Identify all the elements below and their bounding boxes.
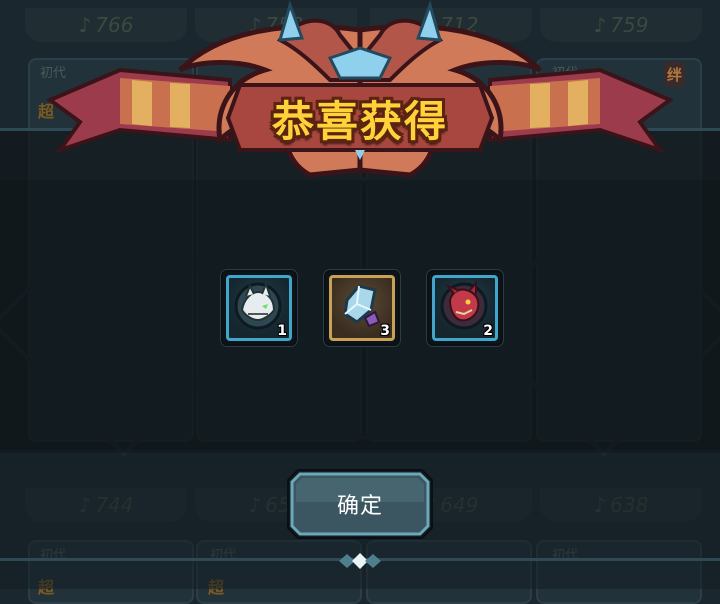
- confirm-button-label: 确定: [336, 494, 383, 519]
- item-quantity: 1: [277, 323, 287, 339]
- reward-item[interactable]: 2: [427, 270, 503, 346]
- reward-item[interactable]: 3: [324, 270, 400, 346]
- reward-list: 1 3 2: [0, 270, 720, 346]
- confirm-button[interactable]: 确定: [286, 468, 434, 540]
- item-quantity: 2: [483, 323, 493, 339]
- item-quantity: 3: [380, 323, 390, 339]
- reward-item[interactable]: 1: [221, 270, 297, 346]
- red-dragon-egg-icon: [440, 280, 488, 330]
- white-beast-egg-icon: [234, 281, 282, 330]
- page-indicator-icon: [339, 553, 381, 569]
- popup-title: 恭喜获得: [271, 97, 448, 146]
